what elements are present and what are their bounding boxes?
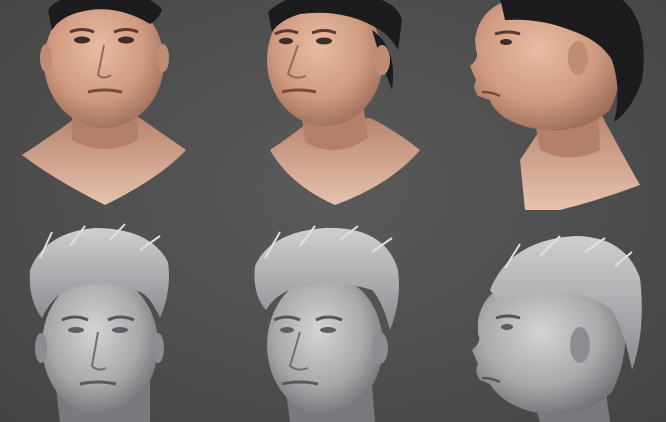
render-sheet <box>0 0 666 422</box>
head-profile-textured <box>470 0 644 210</box>
head-profile-clay <box>472 235 642 422</box>
head-threequarter-clay <box>254 225 399 422</box>
render-canvas <box>22 0 644 422</box>
head-front-clay <box>29 223 169 422</box>
head-threequarter-textured <box>267 0 420 205</box>
head-front-textured <box>22 0 186 205</box>
